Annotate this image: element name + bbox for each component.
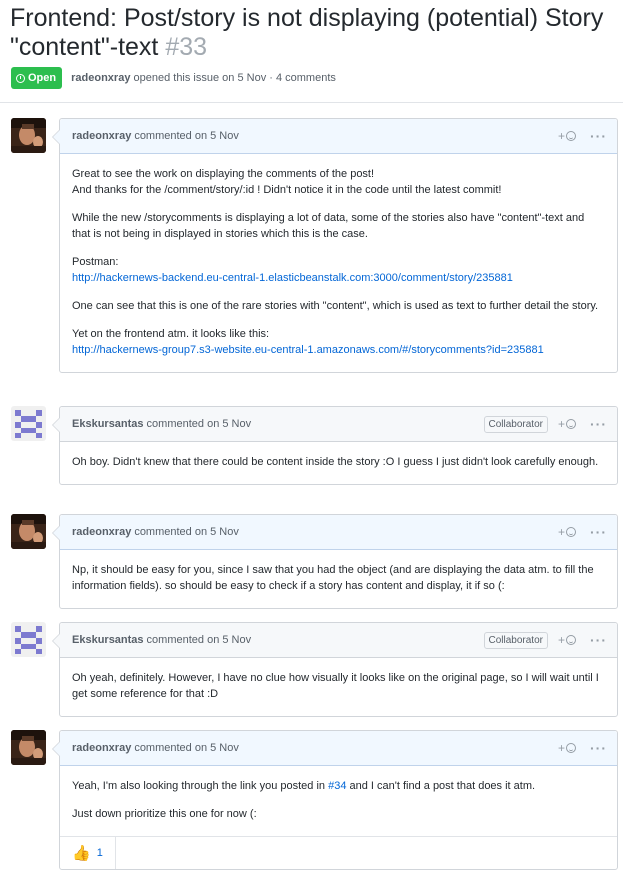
plus-label: + <box>557 129 565 143</box>
comment-actions: + ··· <box>558 731 607 765</box>
comment-body: Great to see the work on displaying the … <box>60 154 617 372</box>
issue-meta: Open radeonxray opened this issue on 5 N… <box>11 67 336 89</box>
comment-text: and I can't find a post that does it atm… <box>346 780 536 792</box>
comment-line: And thanks for the /comment/story/:id ! … <box>72 184 502 196</box>
comment-author[interactable]: Ekskursantas <box>72 418 144 430</box>
comment-body: Oh yeah, definitely. However, I have no … <box>60 658 617 716</box>
header-divider <box>0 102 623 103</box>
collaborator-badge: Collaborator <box>483 631 548 649</box>
comment-actions: + ··· <box>558 515 607 549</box>
frontend-link[interactable]: http://hackernews-group7.s3-website.eu-c… <box>72 344 544 356</box>
comment-author[interactable]: radeonxray <box>72 130 131 142</box>
reaction-count[interactable]: 1 <box>97 847 103 859</box>
more-options-button[interactable]: ··· <box>590 740 607 756</box>
reactions-bar: 👍 1 <box>60 836 617 869</box>
frontend-label: Yet on the frontend atm. it looks like t… <box>72 328 270 340</box>
issue-34-link[interactable]: #34 <box>328 780 346 792</box>
avatar-radeonxray[interactable] <box>11 730 46 765</box>
comment: radeonxray commented on 5 Nov + ··· Grea… <box>52 118 618 373</box>
comment-header: radeonxray commented on 5 Nov + ··· <box>60 119 617 154</box>
comment-paragraph: Great to see the work on displaying the … <box>72 166 605 198</box>
comment-paragraph: Just down prioritize this one for now (: <box>72 808 257 820</box>
smiley-icon <box>566 419 576 429</box>
more-options-button[interactable]: ··· <box>590 416 607 432</box>
smiley-icon <box>566 527 576 537</box>
more-options-button[interactable]: ··· <box>590 632 607 648</box>
issue-title-text: Frontend: Post/story is not displaying (… <box>10 4 604 61</box>
avatar-radeonxray[interactable] <box>11 118 46 153</box>
comment-body: Oh boy. Didn't knew that there could be … <box>60 442 617 484</box>
avatar-ekskursantas[interactable] <box>11 622 46 657</box>
add-reaction-button[interactable]: + <box>558 129 576 143</box>
issue-meta-text: radeonxray opened this issue on 5 Nov · … <box>71 72 336 84</box>
issue-title: Frontend: Post/story is not displaying (… <box>10 4 620 62</box>
comment-text: Yeah, I'm also looking through the link … <box>72 780 329 792</box>
comment-paragraph: While the new /storycomments is displayi… <box>72 212 585 240</box>
issue-author-link[interactable]: radeonxray <box>71 72 130 84</box>
plus-label: + <box>557 741 565 755</box>
issue-meta-rest: opened this issue on 5 Nov · 4 comments <box>133 72 336 84</box>
comment-paragraph: Yet on the frontend atm. it looks like t… <box>72 326 605 358</box>
comment-date[interactable]: commented on 5 Nov <box>134 130 239 142</box>
status-badge-label: Open <box>28 72 57 84</box>
comment-line: Great to see the work on displaying the … <box>72 168 375 180</box>
comment-date[interactable]: commented on 5 Nov <box>147 634 252 646</box>
comment-header: radeonxray commented on 5 Nov + ··· <box>60 515 617 550</box>
comment: radeonxray commented on 5 Nov + ··· Yeah… <box>52 730 618 870</box>
comment-paragraph: One can see that this is one of the rare… <box>72 300 599 312</box>
comment-paragraph: Oh yeah, definitely. However, I have no … <box>72 672 599 700</box>
comment-author[interactable]: Ekskursantas <box>72 634 144 646</box>
comment-body: Yeah, I'm also looking through the link … <box>60 766 617 836</box>
comment: Ekskursantas commented on 5 Nov Collabor… <box>52 622 618 717</box>
comment-actions: + ··· <box>558 119 607 153</box>
plus-label: + <box>557 417 565 431</box>
comment: radeonxray commented on 5 Nov + ··· Np, … <box>52 514 618 609</box>
more-options-button[interactable]: ··· <box>590 524 607 540</box>
postman-label: Postman: <box>72 256 119 268</box>
issue-number: #33 <box>165 33 208 61</box>
smiley-icon <box>566 131 576 141</box>
avatar-radeonxray[interactable] <box>11 514 46 549</box>
comment-header: Ekskursantas commented on 5 Nov Collabor… <box>60 407 617 442</box>
comment-actions: Collaborator + ··· <box>483 407 608 441</box>
comment-body: Np, it should be easy for you, since I s… <box>60 550 617 608</box>
smiley-icon <box>566 635 576 645</box>
comment-author[interactable]: radeonxray <box>72 742 131 754</box>
collaborator-badge: Collaborator <box>483 415 548 433</box>
comment-date[interactable]: commented on 5 Nov <box>147 418 252 430</box>
comment-actions: Collaborator + ··· <box>483 623 608 657</box>
comment-header: Ekskursantas commented on 5 Nov Collabor… <box>60 623 617 658</box>
comment-date[interactable]: commented on 5 Nov <box>134 742 239 754</box>
comment-paragraph: Yeah, I'm also looking through the link … <box>72 778 605 794</box>
add-reaction-button[interactable]: + <box>558 741 576 755</box>
comment-paragraph: Postman: http://hackernews-backend.eu-cen… <box>72 254 605 286</box>
plus-label: + <box>557 525 565 539</box>
add-reaction-button[interactable]: + <box>558 633 576 647</box>
backend-link[interactable]: http://hackernews-backend.eu-central-1.e… <box>72 272 513 284</box>
comment-paragraph: Np, it should be easy for you, since I s… <box>72 564 594 592</box>
plus-label: + <box>557 633 565 647</box>
reaction-divider <box>114 837 116 869</box>
comment-paragraph: Oh boy. Didn't knew that there could be … <box>72 456 599 468</box>
comment: Ekskursantas commented on 5 Nov Collabor… <box>52 406 618 485</box>
comment-author[interactable]: radeonxray <box>72 526 131 538</box>
comment-date[interactable]: commented on 5 Nov <box>134 526 239 538</box>
more-options-button[interactable]: ··· <box>590 128 607 144</box>
avatar-ekskursantas[interactable] <box>11 406 46 441</box>
issue-opened-icon <box>16 73 25 83</box>
add-reaction-button[interactable]: + <box>558 525 576 539</box>
comment-header: radeonxray commented on 5 Nov + ··· <box>60 731 617 766</box>
smiley-icon <box>566 743 576 753</box>
status-badge: Open <box>11 67 63 89</box>
add-reaction-button[interactable]: + <box>558 417 576 431</box>
thumbs-up-icon[interactable]: 👍 <box>72 844 91 862</box>
